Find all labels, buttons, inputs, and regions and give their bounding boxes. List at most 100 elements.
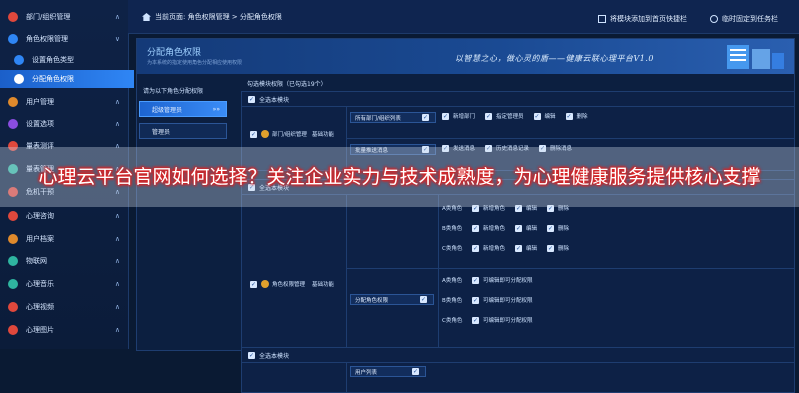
permission-label: 删除 [576,114,588,120]
checkbox-icon[interactable]: ✓ [533,112,541,120]
permission-item[interactable]: ✓ 编辑 [533,112,556,120]
caption-text: 心理云平台官网如何选择？关注企业实力与技术成熟度，为心理健康服务提供核心支撑 [38,166,761,188]
select-all-row[interactable]: ✓ 全选本模块 [242,348,794,363]
role-perm-row: A类角色 ✓ 可编辑即可分配权限 [442,276,543,284]
permission-item[interactable]: ✓ 新增角色 [472,224,505,232]
checkbox-icon[interactable]: ✓ [472,316,479,324]
checkbox-icon[interactable]: ✓ [472,224,479,232]
role-list-title: 请为以下角色分配权限 [143,88,204,95]
person-icon [14,55,24,65]
role-list: 请为以下角色分配权限 超级管理员 »» 管理员 [137,84,233,145]
role-type-label: C类角色 [442,318,463,324]
sidebar-item-2[interactable]: 设置角色类型 [0,51,134,69]
sidebar-item-label: 物联网 [26,257,47,265]
permission-item[interactable]: ✓ 可编辑即可分配权限 [472,296,533,304]
pin-to-taskbar-label: 临时固定到任务栏 [722,15,778,23]
breadcrumb-text: 当前页面: 角色权限管理 > 分配角色权限 [155,13,282,21]
pill-assign-role[interactable]: 分配角色权限 ✓ [350,294,434,305]
sidebar-item-12[interactable]: 心理音乐 ∧ [0,275,128,293]
pill-label: 所有部门/组织列表 [355,115,401,122]
pin-to-taskbar-button[interactable]: 临时固定到任务栏 [710,12,778,26]
chevron-icon[interactable]: ∧ [115,326,120,334]
sidebar-item-3[interactable]: 分配角色权限 [0,70,134,88]
chevron-icon[interactable]: ∧ [115,212,120,220]
sidebar-item-label: 设置角色类型 [32,56,74,64]
chevron-icon[interactable]: ∧ [115,257,120,265]
image-icon [8,325,18,335]
permission-label: 新增角色 [483,226,506,232]
chevron-icon[interactable]: ∧ [115,98,120,106]
sidebar-item-10[interactable]: 用户档案 ∧ [0,230,128,248]
permission-item[interactable]: ✓ 新增部门 [442,112,475,120]
sidebar-item-1[interactable]: 角色权限管理 ∨ [0,30,128,48]
chevron-icon[interactable]: ∨ [115,35,120,43]
permission-item[interactable]: ✓ 指定管理员 [485,112,524,120]
chat-icon [8,211,18,221]
permission-item[interactable]: ✓ 删除 [547,244,569,252]
add-to-home-label: 将模块添加到首页快捷栏 [610,15,687,23]
role-super-admin[interactable]: 超级管理员 »» [139,101,227,117]
select-all-row[interactable]: ✓ 全选本模块 [242,92,794,107]
permission-item[interactable]: ✓ 可编辑即可分配权限 [472,316,533,324]
permission-item[interactable]: ✓ 编辑 [515,224,537,232]
chevron-icon[interactable]: ∧ [115,235,120,243]
video-icon [8,302,18,312]
add-to-home-button[interactable]: 将模块添加到首页快捷栏 [598,12,687,26]
checkbox-icon[interactable]: ✓ [515,224,523,232]
chevron-icon[interactable]: ∧ [115,13,120,21]
sidebar-item-9[interactable]: 心理咨询 ∧ [0,207,128,225]
permission-item[interactable]: ✓ 删除 [565,112,588,120]
checkbox-icon[interactable]: ✓ [515,244,523,252]
role-perm-row: B类角色 ✓ 可编辑即可分配权限 [442,296,543,304]
building-icon [8,12,18,22]
checkbox-icon[interactable]: ✓ [472,296,479,304]
sidebar-item-label: 部门/组织管理 [26,13,71,21]
module-name-label: 部门/组织管理 [272,132,307,138]
share-icon [14,74,24,84]
permission-item[interactable]: ✓ 新增角色 [472,244,505,252]
checkbox-icon[interactable]: ✓ [442,112,449,120]
permission-label: 指定管理员 [496,114,524,120]
checkbox-icon[interactable]: ✓ [485,112,493,120]
pill-all-depts[interactable]: 所有部门/组织列表 ✓ [350,112,436,123]
sidebar-item-label: 心理视频 [26,303,54,311]
checkbox-icon[interactable]: ✓ [472,276,479,284]
sidebar-item-label: 心理音乐 [26,280,54,288]
checkbox-icon[interactable]: ✓ [248,95,255,103]
sidebar-item-4[interactable]: 用户管理 ∧ [0,93,128,111]
permission-label: 删除 [558,246,570,252]
server-illustration [727,45,784,69]
permission-item[interactable]: ✓ 编辑 [515,244,537,252]
checkbox-icon[interactable]: ✓ [547,244,555,252]
chevron-icon[interactable]: ∧ [115,303,120,311]
role-admin[interactable]: 管理员 [139,123,227,139]
sidebar-item-0[interactable]: 部门/组织管理 ∧ [0,8,128,26]
pill-user-list[interactable]: 用户列表 ✓ [350,366,426,377]
checkbox-icon[interactable]: ✓ [547,224,555,232]
sidebar-item-13[interactable]: 心理视频 ∧ [0,298,128,316]
sidebar-item-11[interactable]: 物联网 ∧ [0,252,128,270]
chevron-icon[interactable]: ∧ [115,120,120,128]
role-type-label: B类角色 [442,298,463,304]
checkbox-icon[interactable]: ✓ [248,351,255,359]
permission-item[interactable]: ✓ 可编辑即可分配权限 [472,276,533,284]
module-user: ✓ 全选本模块 用户列表 ✓ [241,347,795,393]
checkbox-icon[interactable]: ✓ [420,296,427,303]
checkbox-icon[interactable]: ✓ [472,244,479,252]
checkbox-icon[interactable]: ✓ [250,130,257,138]
chevron-icon[interactable]: ∧ [115,280,120,288]
module-name: ✓ 部门/组织管理 [250,130,307,138]
sidebar-item-label: 心理图片 [26,326,54,334]
category-label: 基础功能 [312,282,335,288]
checkbox-icon[interactable]: ✓ [565,112,573,120]
home-icon[interactable] [142,13,151,21]
sidebar-item-5[interactable]: 设置选项 ∧ [0,115,128,133]
checkbox-icon[interactable]: ✓ [422,114,429,121]
permission-label: 编辑 [544,114,556,120]
sidebar-item-14[interactable]: 心理图片 ∧ [0,321,128,339]
checkbox-icon[interactable]: ✓ [412,368,419,375]
checkbox-icon[interactable]: ✓ [250,280,257,288]
grid-icon [598,15,606,23]
permission-item[interactable]: ✓ 删除 [547,224,569,232]
page-subtitle: 为本系统的指定使用角色分配相应使用权限 [147,60,243,66]
